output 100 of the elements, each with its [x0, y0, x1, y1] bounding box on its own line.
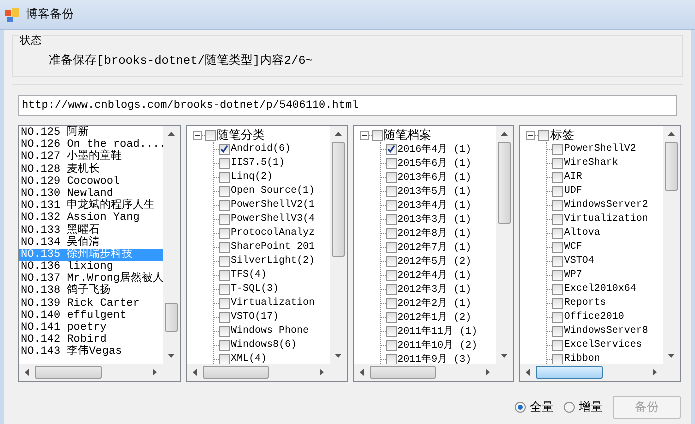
checkbox[interactable]: [219, 214, 230, 224]
tree-node[interactable]: ExcelServices: [564, 340, 642, 350]
vertical-scrollbar[interactable]: [330, 126, 347, 364]
checkbox[interactable]: [219, 200, 230, 210]
checkbox[interactable]: [372, 130, 383, 140]
checkbox[interactable]: [219, 144, 230, 154]
checkbox[interactable]: [386, 200, 397, 210]
list-item[interactable]: NO.127 小墨的童鞋: [19, 151, 163, 164]
tree-node[interactable]: 2012年1月 (2): [398, 310, 472, 324]
up-arrow-icon[interactable]: [501, 132, 508, 136]
tree-node[interactable]: UDF: [564, 186, 582, 196]
tree-node[interactable]: WireShark: [564, 158, 618, 168]
list-item[interactable]: NO.140 effulgent: [19, 310, 163, 322]
checkbox[interactable]: [386, 312, 397, 322]
checkbox[interactable]: [219, 270, 230, 280]
checkbox[interactable]: [219, 256, 230, 266]
tree-node[interactable]: Office2010: [564, 312, 624, 322]
tree-node[interactable]: TFS(4): [231, 270, 268, 280]
left-arrow-icon[interactable]: [526, 369, 530, 376]
right-arrow-icon[interactable]: [653, 369, 658, 376]
checkbox[interactable]: [219, 326, 230, 336]
tree-node[interactable]: T-SQL(3): [231, 284, 280, 294]
checkbox[interactable]: [386, 270, 397, 280]
tree-node[interactable]: 2011年10月 (2): [398, 338, 478, 352]
horizontal-scrollbar[interactable]: [19, 364, 180, 381]
tree-node[interactable]: 2012年4月 (1): [398, 268, 472, 282]
list-item[interactable]: NO.139 Rick Carter: [19, 298, 163, 310]
list-item[interactable]: NO.125 阿新: [19, 127, 163, 140]
up-arrow-icon[interactable]: [334, 132, 342, 136]
tree-node[interactable]: VSTO4: [564, 256, 594, 266]
checkbox[interactable]: [205, 130, 216, 140]
tree-node[interactable]: VSTO(17): [231, 312, 280, 322]
checkbox[interactable]: [386, 242, 397, 252]
tree-node[interactable]: PowerShellV2: [564, 144, 636, 154]
right-arrow-icon[interactable]: [153, 369, 157, 376]
tree-node[interactable]: 2012年7月 (1): [398, 240, 472, 254]
down-arrow-icon[interactable]: [168, 354, 175, 358]
tree-node[interactable]: 2013年3月 (1): [398, 212, 472, 226]
tree-node[interactable]: 标签: [550, 126, 574, 144]
checkbox[interactable]: [386, 214, 397, 224]
list-item[interactable]: NO.131 申龙斌的程序人生: [19, 200, 163, 212]
checkbox[interactable]: [219, 354, 230, 364]
tree-node[interactable]: Linq(2): [231, 172, 274, 182]
horizontal-scrollbar[interactable]: [354, 364, 514, 381]
checkbox[interactable]: [386, 354, 397, 364]
collapse-icon[interactable]: [193, 130, 202, 140]
scrollbar-thumb[interactable]: [665, 142, 678, 192]
tree-node[interactable]: 随笔分类: [217, 126, 265, 144]
collapse-icon[interactable]: [526, 130, 536, 140]
radio-option[interactable]: 增量: [564, 399, 603, 416]
tree-node[interactable]: Ribbon: [564, 354, 600, 364]
tree-node[interactable]: AIR: [564, 172, 582, 182]
tree-node[interactable]: 2012年5月 (2): [398, 254, 472, 268]
list-item[interactable]: NO.128 麦机长: [19, 164, 163, 176]
down-arrow-icon[interactable]: [668, 354, 676, 358]
tree-node[interactable]: Windows8(6): [231, 340, 298, 350]
checkbox[interactable]: [219, 340, 230, 350]
list-item[interactable]: NO.143 李伟Vegas: [19, 346, 163, 359]
list-item[interactable]: NO.129 Cocowool: [19, 176, 163, 188]
checkbox[interactable]: [219, 228, 230, 238]
checkbox[interactable]: [386, 298, 397, 308]
checkbox[interactable]: [552, 270, 564, 280]
down-arrow-icon[interactable]: [501, 354, 508, 358]
checkbox[interactable]: [219, 158, 230, 168]
collapse-icon[interactable]: [360, 130, 369, 140]
left-arrow-icon[interactable]: [360, 369, 364, 376]
checkbox[interactable]: [219, 172, 230, 182]
list-item[interactable]: NO.141 poetry: [19, 322, 163, 334]
tree-node[interactable]: SilverLight(2): [231, 256, 316, 266]
checkbox[interactable]: [386, 340, 397, 350]
tree-node[interactable]: WindowsServer8: [564, 326, 648, 336]
checkbox[interactable]: [386, 158, 397, 168]
checkbox[interactable]: [219, 298, 230, 308]
checkbox[interactable]: [552, 298, 564, 308]
list-item[interactable]: NO.138 鸽子飞扬: [19, 285, 163, 298]
tree-node[interactable]: 2011年9月 (3): [398, 352, 472, 364]
right-arrow-icon[interactable]: [320, 369, 324, 376]
tree-node[interactable]: Android(6): [231, 144, 292, 154]
scrollbar-thumb[interactable]: [536, 366, 603, 379]
tree-node[interactable]: 2015年6月 (1): [398, 156, 472, 170]
scrollbar-thumb[interactable]: [498, 142, 512, 224]
tree-node[interactable]: 2012年2月 (1): [398, 296, 472, 310]
list-item[interactable]: NO.136 lixiong: [19, 261, 163, 274]
checkbox[interactable]: [552, 340, 564, 350]
tree-node[interactable]: 2012年3月 (1): [398, 282, 472, 296]
checkbox[interactable]: [386, 228, 397, 238]
checkbox[interactable]: [552, 144, 564, 154]
checkbox[interactable]: [552, 256, 564, 266]
checkbox[interactable]: [219, 284, 230, 294]
left-arrow-icon[interactable]: [193, 369, 197, 376]
checkbox[interactable]: [386, 326, 397, 336]
checkbox[interactable]: [552, 354, 564, 364]
checkbox[interactable]: [552, 186, 564, 196]
down-arrow-icon[interactable]: [334, 354, 342, 358]
checkbox[interactable]: [552, 312, 564, 322]
tree-node[interactable]: 2013年6月 (1): [398, 170, 472, 184]
checkbox[interactable]: [552, 326, 564, 336]
tree-node[interactable]: 2016年4月 (1): [398, 142, 472, 156]
tree-node[interactable]: XML(4): [231, 354, 268, 364]
up-arrow-icon[interactable]: [168, 132, 175, 136]
